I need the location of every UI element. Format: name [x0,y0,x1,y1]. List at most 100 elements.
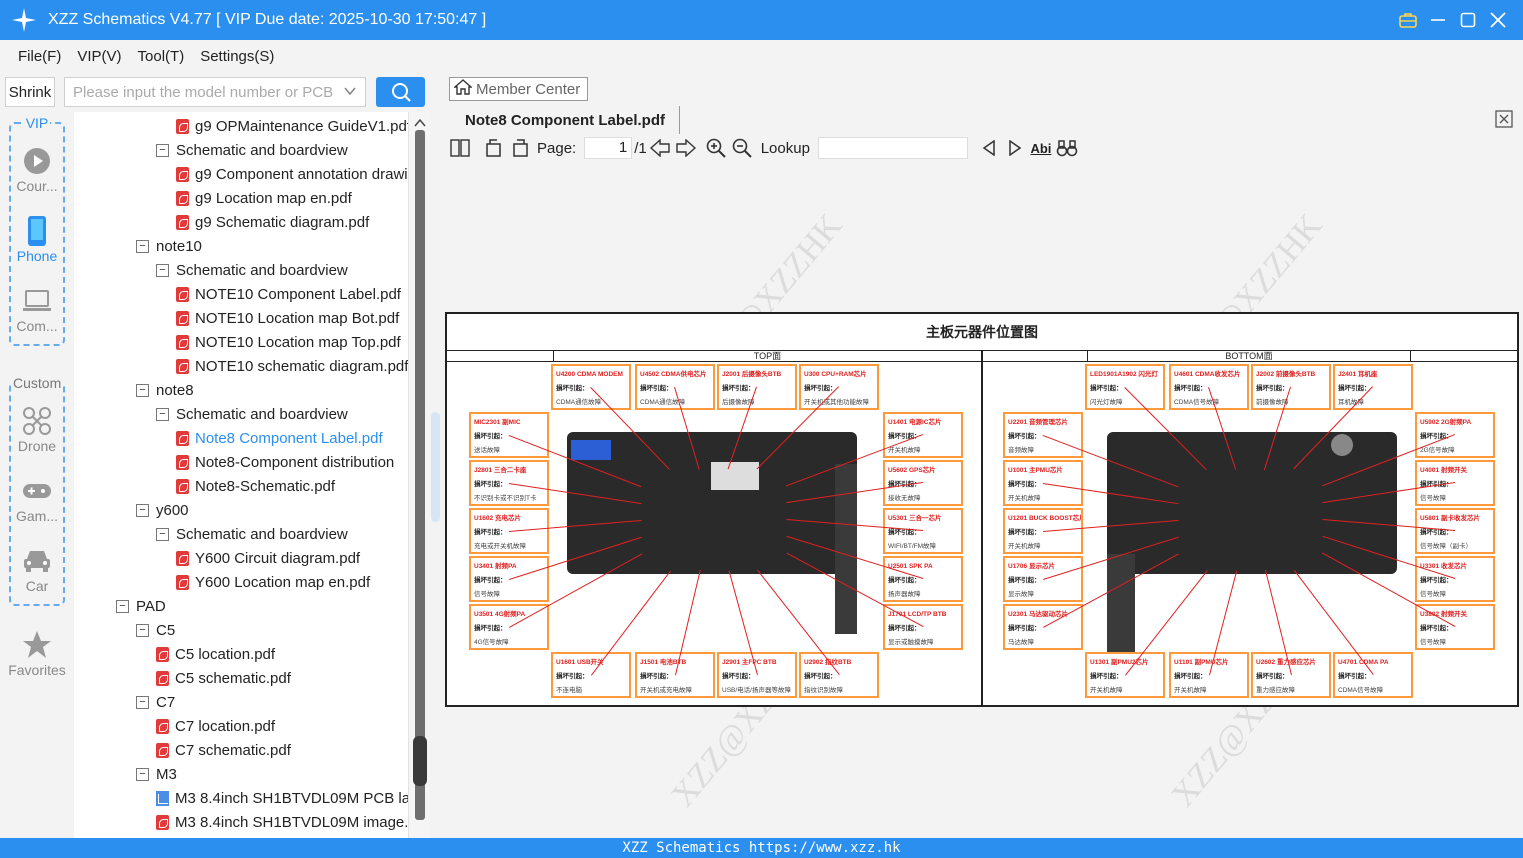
tree-item-label: NOTE10 Component Label.pdf [195,285,401,303]
rotate-left-icon[interactable] [481,136,507,160]
tree-folder[interactable]: − Schematic and boardview [156,138,348,162]
callout-fault: 2G信号故障 [1420,447,1455,454]
tree-folder[interactable]: − Schematic and boardview [156,522,348,546]
tree-file[interactable]: NOTE10 Location map Bot.pdf [176,306,399,330]
tree-item-label: PAD [136,597,166,615]
tree-file[interactable]: NOTE10 schematic diagram.pdf [176,354,408,378]
pdf-file-icon [176,118,189,134]
tree-folder[interactable]: − Schematic and boardview [156,258,348,282]
pdf-file-icon [176,310,189,326]
scroll-thumb[interactable] [413,736,427,786]
tree-file[interactable]: M3 8.4inch SH1BTVDL09M PCB layout [156,786,408,810]
close-tab-icon[interactable] [1495,110,1513,132]
collapse-toggle-icon[interactable]: − [136,239,149,253]
search-button[interactable] [376,77,425,107]
rail-item-label: Cour... [16,178,58,194]
lookup-input[interactable] [817,137,968,159]
collapse-toggle-icon[interactable]: − [136,767,149,781]
tree-folder[interactable]: − PAD [116,594,166,618]
collapse-toggle-icon[interactable]: − [156,407,169,421]
match-case-button[interactable]: Abi [1028,136,1054,160]
rail-item-car[interactable]: Car [0,544,74,594]
binoculars-icon[interactable] [1054,136,1080,160]
tree-file[interactable]: g9 OPMaintenance GuideV1.pdf [176,114,408,138]
callout-title: U2902 指纹BTB [804,659,852,666]
prev-page-icon[interactable] [647,136,673,160]
collapse-toggle-icon[interactable]: − [156,263,169,277]
tree-file[interactable]: g9 Location map en.pdf [176,186,352,210]
minimize-button[interactable] [1423,5,1453,35]
collapse-toggle-icon[interactable]: − [156,143,169,157]
rail-item-label: Car [25,578,49,594]
category-rail: VIP Cour... Phone Com... Custom Drone Ga… [0,112,74,838]
tree-file[interactable]: C5 schematic.pdf [156,666,291,690]
tree-folder[interactable]: − note8 [136,378,194,402]
shrink-button[interactable]: Shrink [5,77,55,107]
maximize-button[interactable] [1453,5,1483,35]
tree-file[interactable]: C5 location.pdf [156,642,275,666]
tree-file[interactable]: M3 8.4inch SH1BTVDL09M image.pdf [156,810,408,834]
collapse-toggle-icon[interactable]: − [116,599,129,613]
next-page-icon[interactable] [673,136,699,160]
vip-bag-icon[interactable] [1393,5,1423,35]
pdf-viewer[interactable]: XZZ@XZZHK XZZ@XZZHK XZZ@XZZHK XZZ@XZZHK … [441,162,1523,838]
menu-file[interactable]: File(F) [18,48,61,65]
two-page-icon[interactable] [447,136,473,160]
scroll-track[interactable] [415,130,425,820]
panel-splitter[interactable] [430,72,441,838]
tree-folder[interactable]: − note10 [136,234,202,258]
tab-note8-component-label[interactable]: Note8 Component Label.pdf [451,106,680,134]
tree-file[interactable]: g9 Schematic diagram.pdf [176,210,369,234]
tree-folder[interactable]: − M3 [136,762,177,786]
tree-file[interactable]: Note8 Component Label.pdf [176,426,383,450]
find-next-icon[interactable] [1002,136,1028,160]
tree-file[interactable]: Note8-Component distribution [176,450,394,474]
tree-file[interactable]: NOTE10 Component Label.pdf [176,282,401,306]
rail-item-drone[interactable]: Drone [0,404,74,454]
tree-folder[interactable]: − C7 [136,690,175,714]
callout-fault: 耳机故障 [1338,399,1364,406]
splitter-handle[interactable] [431,412,440,522]
tree-folder[interactable]: − C5 [136,618,175,642]
rail-item-phone[interactable]: Phone [0,214,74,264]
tree-file[interactable]: C7 schematic.pdf [156,738,291,762]
zoom-out-icon[interactable] [729,136,755,160]
callout-fault: 不识别卡或不识别T卡 [474,495,537,502]
search-input[interactable]: Please input the model number or PCB [64,77,366,107]
callout-fault: 开关机或其他功能故障 [804,399,869,406]
menu-settings[interactable]: Settings(S) [200,48,274,65]
tree-scrollbar[interactable] [408,112,430,838]
member-center-button[interactable]: Member Center [449,77,588,101]
callout-fault-prefix: 損坏引起： [1008,433,1041,440]
rail-item-favorites[interactable]: Favorites [0,628,74,678]
pdf-file-icon [176,286,189,302]
collapse-toggle-icon[interactable]: − [136,503,149,517]
bottom-board-image [1107,432,1397,574]
find-prev-icon[interactable] [976,136,1002,160]
tree-file[interactable]: C7 location.pdf [156,714,275,738]
tree-file[interactable]: NOTE10 Location map Top.pdf [176,330,401,354]
tree-folder[interactable]: − y600 [136,498,189,522]
collapse-toggle-icon[interactable]: − [136,383,149,397]
tree-item-label: C7 location.pdf [175,717,276,735]
tree-file[interactable]: Y600 Circuit diagram.pdf [176,546,360,570]
tree-file[interactable]: Y600 Location map en.pdf [176,570,370,594]
zoom-in-icon[interactable] [703,136,729,160]
close-button[interactable] [1483,5,1513,35]
tree-item-label: note10 [156,237,202,255]
collapse-toggle-icon[interactable]: − [156,527,169,541]
menu-vip[interactable]: VIP(V) [77,48,121,65]
tree-file[interactable]: g9 Component annotation drawing.pdf [176,162,408,186]
rail-item-course[interactable]: Cour... [0,144,74,194]
rotate-right-icon[interactable] [507,136,533,160]
chevron-down-icon[interactable] [343,84,357,102]
tree-file[interactable]: Note8-Schematic.pdf [176,474,335,498]
collapse-toggle-icon[interactable]: − [136,623,149,637]
page-number-input[interactable]: 1 [584,137,633,159]
tree-item-label: C5 location.pdf [175,645,276,663]
collapse-toggle-icon[interactable]: − [136,695,149,709]
menu-tool[interactable]: Tool(T) [138,48,185,65]
rail-item-game[interactable]: Gam... [0,474,74,524]
tree-folder[interactable]: − Schematic and boardview [156,402,348,426]
rail-item-computer[interactable]: Com... [0,284,74,334]
